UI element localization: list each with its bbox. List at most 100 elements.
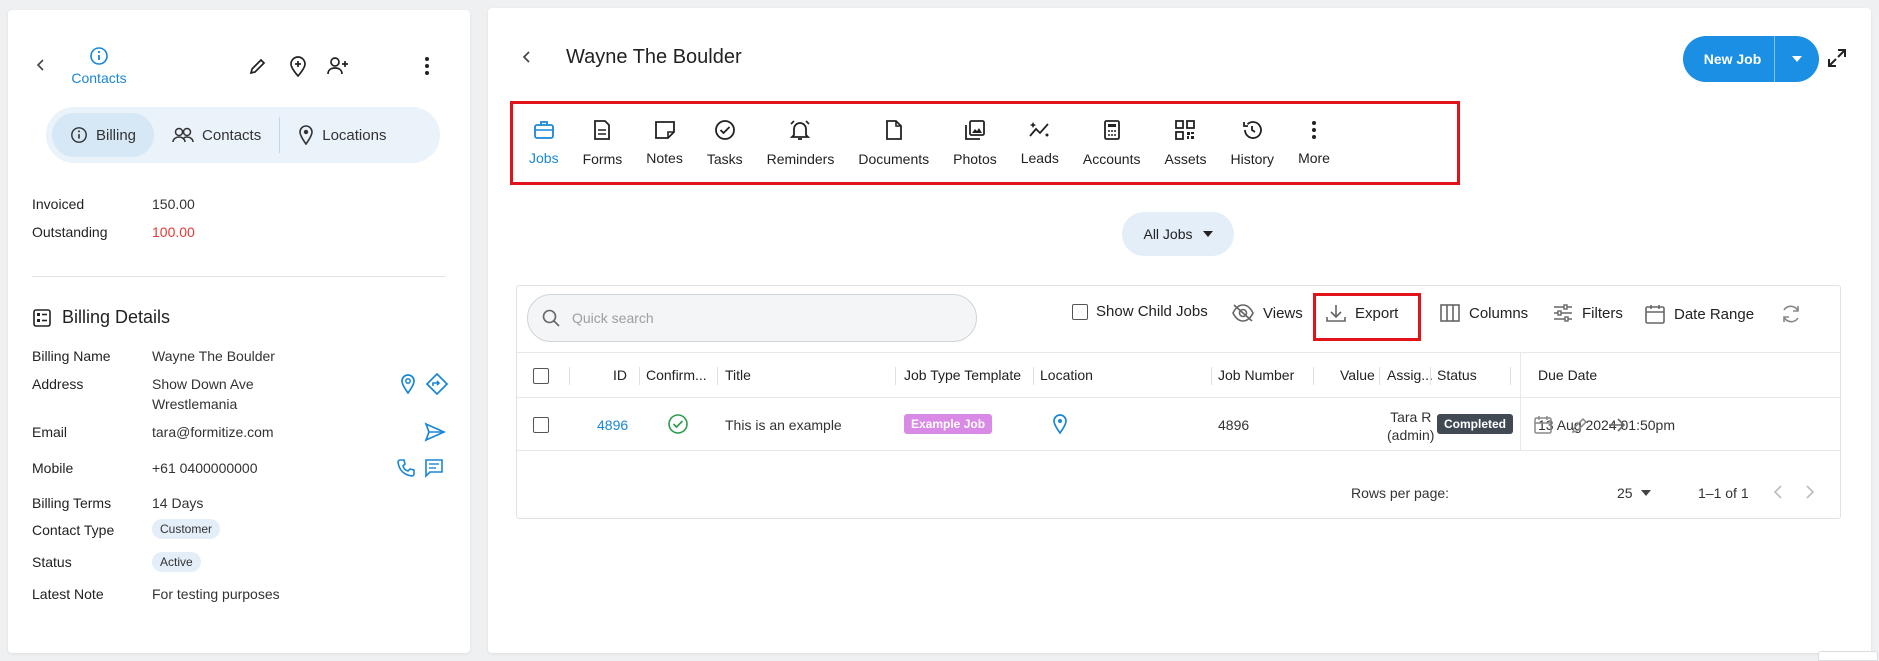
segment-billing[interactable]: Billing xyxy=(52,113,155,157)
send-icon[interactable] xyxy=(424,422,446,442)
column-assignee[interactable]: Assig... xyxy=(1387,367,1433,383)
more-vertical-icon[interactable] xyxy=(424,56,430,76)
outstanding-label: Outstanding xyxy=(32,224,108,240)
directions-icon[interactable] xyxy=(426,373,448,395)
rows-per-page-select[interactable]: 25 xyxy=(1617,485,1651,501)
map-pin-icon[interactable] xyxy=(400,374,416,394)
edit-icon[interactable] xyxy=(248,56,268,76)
location-pin-icon[interactable] xyxy=(1052,414,1068,434)
tab-more[interactable]: More xyxy=(1286,120,1342,166)
billing-details-heading: Billing Details xyxy=(32,307,170,328)
show-child-jobs-label: Show Child Jobs xyxy=(1096,303,1208,320)
location-pin-icon xyxy=(298,125,314,145)
tab-photos[interactable]: Photos xyxy=(941,119,1009,167)
expand-icon[interactable] xyxy=(1827,48,1847,68)
segment-contacts[interactable]: Contacts xyxy=(154,113,279,157)
billing-terms-value: 14 Days xyxy=(152,495,204,511)
people-icon xyxy=(172,126,194,144)
column-id[interactable]: ID xyxy=(613,367,627,383)
corner-widget[interactable] xyxy=(1818,651,1878,661)
chat-icon[interactable] xyxy=(424,458,444,478)
email-value: tara@formitize.com xyxy=(152,424,274,440)
tab-label: Forms xyxy=(582,151,623,167)
refresh-icon[interactable] xyxy=(1780,303,1802,325)
jobs-panel: Wayne The Boulder New Job Jobs Forms Not… xyxy=(488,8,1871,653)
row-checkbox[interactable] xyxy=(533,417,549,433)
job-id-link[interactable]: 4896 xyxy=(597,417,628,433)
confirmed-check-icon xyxy=(667,413,689,435)
tab-leads[interactable]: Leads xyxy=(1009,120,1071,166)
prev-page-icon[interactable] xyxy=(1773,485,1783,499)
tab-reminders[interactable]: Reminders xyxy=(755,119,847,167)
add-location-icon[interactable] xyxy=(288,56,308,78)
schedule-icon[interactable] xyxy=(1533,415,1553,435)
contacts-info-tab[interactable]: Contacts xyxy=(62,46,136,86)
column-job-type-template[interactable]: Job Type Template xyxy=(904,367,1021,383)
billing-name-label: Billing Name xyxy=(32,348,111,364)
next-page-icon[interactable] xyxy=(1805,485,1815,499)
date-range-button[interactable]: Date Range xyxy=(1644,303,1754,325)
segment-label: Billing xyxy=(96,126,137,144)
tab-label: Leads xyxy=(1020,150,1059,166)
columns-button[interactable]: Columns xyxy=(1439,303,1528,323)
calendar-icon xyxy=(1644,303,1666,325)
column-due-date[interactable]: Due Date xyxy=(1538,367,1597,383)
eye-off-icon xyxy=(1231,303,1255,323)
new-job-button[interactable]: New Job xyxy=(1683,36,1819,82)
select-all-checkbox[interactable] xyxy=(533,368,549,384)
tab-documents[interactable]: Documents xyxy=(846,119,941,167)
qr-code-icon xyxy=(1174,119,1196,141)
billing-contacts-locations-toggle: Billing Contacts Locations xyxy=(46,107,440,163)
address-line2: Wrestlemania xyxy=(152,396,238,412)
search-icon xyxy=(542,309,560,327)
contact-type-value: Customer xyxy=(152,519,221,539)
billing-name-value: Wayne The Boulder xyxy=(152,348,275,364)
filters-label: Filters xyxy=(1582,304,1623,322)
table-row[interactable]: 4896 This is an example Example Job 4896… xyxy=(517,399,1840,451)
column-separator xyxy=(1033,367,1034,385)
column-value[interactable]: Value xyxy=(1340,367,1375,383)
sliders-icon xyxy=(1552,303,1574,323)
arrow-right-icon[interactable] xyxy=(1607,415,1627,435)
tab-label: Accounts xyxy=(1082,151,1141,167)
billing-terms-label: Billing Terms xyxy=(32,495,112,511)
job-number: 4896 xyxy=(1218,417,1250,433)
back-icon[interactable] xyxy=(34,58,48,72)
tab-accounts[interactable]: Accounts xyxy=(1071,119,1153,167)
caret-down-icon[interactable] xyxy=(1775,56,1819,62)
date-range-label: Date Range xyxy=(1674,305,1755,323)
tab-assets[interactable]: Assets xyxy=(1152,119,1218,167)
column-confirm[interactable]: Confirm... xyxy=(646,367,707,383)
tab-tasks[interactable]: Tasks xyxy=(695,119,755,167)
assignee-name: Tara R xyxy=(1390,409,1432,425)
column-separator xyxy=(1313,367,1314,385)
column-title[interactable]: Title xyxy=(725,367,751,383)
views-label: Views xyxy=(1263,304,1303,322)
tab-label: Tasks xyxy=(706,151,743,167)
jobs-table: Quick search Show Child Jobs Views Expor… xyxy=(516,285,1841,519)
check-circle-icon xyxy=(714,119,736,141)
tab-forms[interactable]: Forms xyxy=(571,119,635,167)
note-icon xyxy=(654,120,676,140)
edit-icon[interactable] xyxy=(1570,415,1590,435)
column-separator xyxy=(1430,367,1431,385)
checkbox[interactable] xyxy=(1072,303,1088,320)
column-status[interactable]: Status xyxy=(1437,367,1477,383)
tab-jobs[interactable]: Jobs xyxy=(517,120,571,166)
tab-history[interactable]: History xyxy=(1219,119,1287,167)
search-input[interactable]: Quick search xyxy=(527,294,977,342)
column-job-number[interactable]: Job Number xyxy=(1218,367,1294,383)
back-icon[interactable] xyxy=(520,50,534,64)
views-button[interactable]: Views xyxy=(1231,303,1303,323)
column-location[interactable]: Location xyxy=(1040,367,1093,383)
column-separator xyxy=(569,367,570,385)
show-child-jobs-checkbox[interactable]: Show Child Jobs xyxy=(1072,303,1208,320)
template-tag: Example Job xyxy=(904,414,993,434)
address-label: Address xyxy=(32,376,84,392)
all-jobs-dropdown[interactable]: All Jobs xyxy=(1122,212,1234,256)
filters-button[interactable]: Filters xyxy=(1552,303,1623,323)
add-contact-icon[interactable] xyxy=(326,56,350,76)
segment-locations[interactable]: Locations xyxy=(280,113,404,157)
phone-icon[interactable] xyxy=(396,458,416,478)
tab-notes[interactable]: Notes xyxy=(634,120,695,166)
